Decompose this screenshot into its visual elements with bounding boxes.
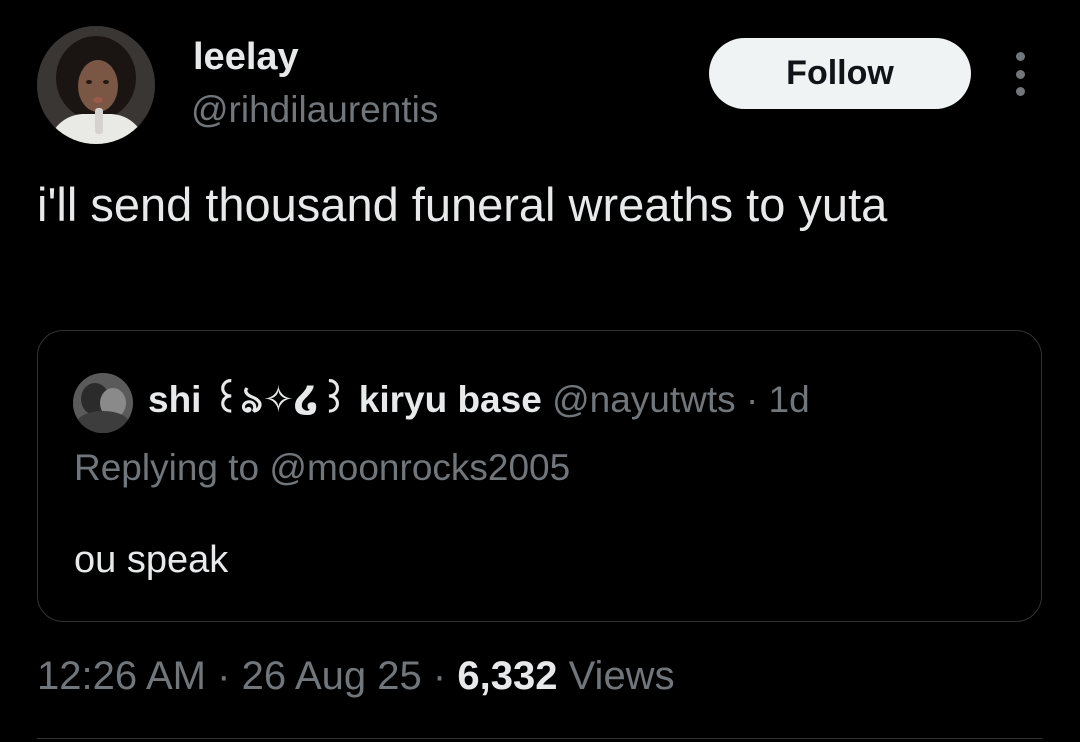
more-dot	[1015, 69, 1025, 79]
more-dot	[1015, 87, 1025, 96]
avatar-image	[37, 26, 155, 144]
quoted-replying-to: Replying to @moonrocks2005	[74, 447, 571, 488]
quoted-separator: ·	[745, 379, 759, 420]
quoted-tweet-header: shi ꒰ঌ✧໒꒱ kiryu base @nayutwts · 1d	[148, 377, 810, 423]
quoted-author-display-name[interactable]: shi ꒰ঌ✧໒꒱ kiryu base	[148, 379, 542, 420]
quoted-author-handle[interactable]: @nayutwts	[552, 379, 736, 420]
quoted-avatar-image	[73, 373, 133, 433]
author-display-name[interactable]: leelay	[193, 35, 299, 79]
tweet-date[interactable]: 26 Aug 25	[242, 654, 422, 698]
views-count[interactable]: 6,332	[457, 654, 557, 698]
divider	[37, 738, 1042, 739]
tweet-text: i'll send thousand funeral wreaths to yu…	[37, 178, 888, 231]
meta-separator: ·	[432, 654, 447, 698]
quoted-tweet-text: ou speak	[74, 539, 229, 581]
tweet-time[interactable]: 12:26 AM	[37, 654, 206, 698]
views-label[interactable]: Views	[569, 654, 675, 698]
quoted-tweet-card[interactable]: shi ꒰ঌ✧໒꒱ kiryu base @nayutwts · 1d Repl…	[37, 330, 1042, 622]
quoted-author-avatar[interactable]	[73, 373, 133, 433]
author-handle[interactable]: @rihdilaurentis	[191, 88, 438, 132]
meta-separator: ·	[217, 654, 231, 698]
tweet-meta: 12:26 AM · 26 Aug 25 · 6,332 Views	[37, 651, 675, 701]
follow-button[interactable]: Follow	[709, 38, 971, 109]
more-vertical-icon[interactable]	[1006, 52, 1034, 96]
more-dot	[1015, 52, 1025, 61]
quoted-timestamp[interactable]: 1d	[769, 379, 810, 420]
author-avatar[interactable]	[37, 26, 155, 144]
